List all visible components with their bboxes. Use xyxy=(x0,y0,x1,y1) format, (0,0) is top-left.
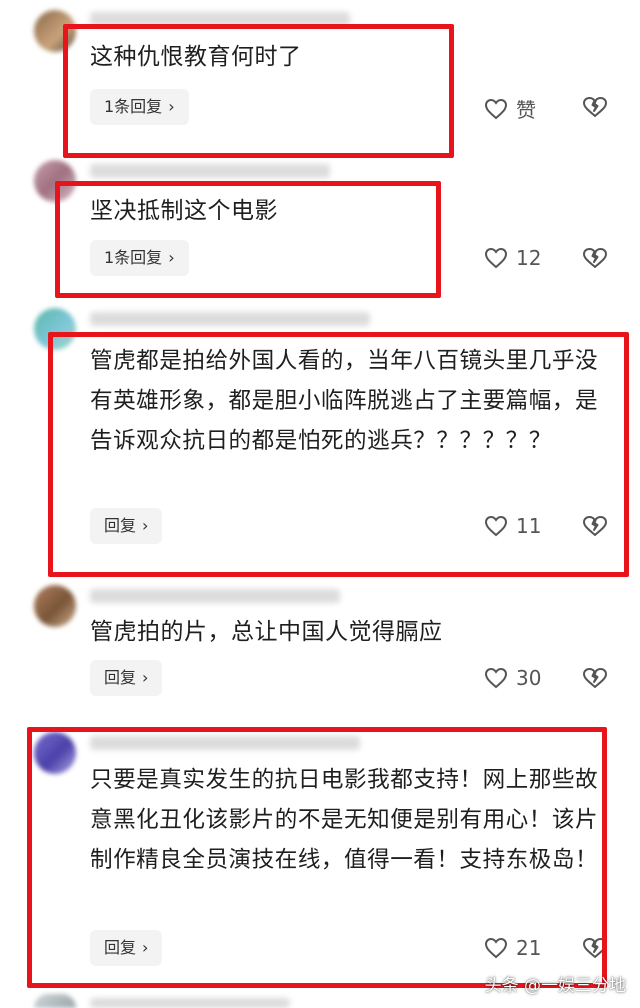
dislike-button[interactable] xyxy=(582,666,608,694)
username-blurred xyxy=(90,998,290,1008)
username-blurred xyxy=(90,589,340,603)
watermark: 头条 @一娱三分地 xyxy=(484,976,626,996)
comment-2: 坚决抵制这个电影 1条回复 › 12 xyxy=(0,160,640,300)
like-count: 12 xyxy=(516,246,542,270)
highlight-box xyxy=(48,332,629,577)
heart-icon xyxy=(484,98,508,119)
reply-button[interactable]: 回复 › xyxy=(90,660,163,696)
like-button[interactable]: 30 xyxy=(484,666,541,690)
broken-heart-icon xyxy=(583,668,607,688)
like-count: 赞 xyxy=(516,98,536,122)
username-blurred xyxy=(90,312,370,326)
avatar[interactable] xyxy=(34,994,76,1008)
heart-icon xyxy=(484,247,508,269)
broken-heart-icon xyxy=(583,248,607,268)
dislike-button[interactable] xyxy=(582,95,608,123)
username-blurred xyxy=(90,164,330,178)
highlight-box xyxy=(55,181,441,298)
highlight-box xyxy=(27,727,607,988)
avatar[interactable] xyxy=(34,585,76,627)
highlight-box xyxy=(63,24,454,158)
dislike-button[interactable] xyxy=(582,246,608,274)
next-comment-partial xyxy=(0,994,640,1008)
like-button[interactable]: 赞 xyxy=(484,94,536,123)
comment-1: 这种仇恨教育何时了 1条回复 › 赞 xyxy=(0,0,640,160)
comment-4: 管虎拍的片，总让中国人觉得膈应 回复 › 30 xyxy=(0,585,640,720)
comment-3: 管虎都是拍给外国人看的，当年八百镜头里几乎没有英雄形象，都是胆小临阵脱逃占了主要… xyxy=(0,300,640,585)
broken-heart-icon xyxy=(583,97,607,117)
like-button[interactable]: 12 xyxy=(484,246,541,270)
heart-icon xyxy=(484,667,508,689)
comment-5: 只要是真实发生的抗日电影我都支持！网上那些故意黑化丑化该影片的不是无知便是别有用… xyxy=(0,720,640,990)
chevron-right-icon: › xyxy=(142,668,149,687)
comment-text: 管虎拍的片，总让中国人觉得膈应 xyxy=(90,619,443,645)
like-count: 30 xyxy=(516,666,542,690)
reply-label: 回复 xyxy=(104,668,137,687)
